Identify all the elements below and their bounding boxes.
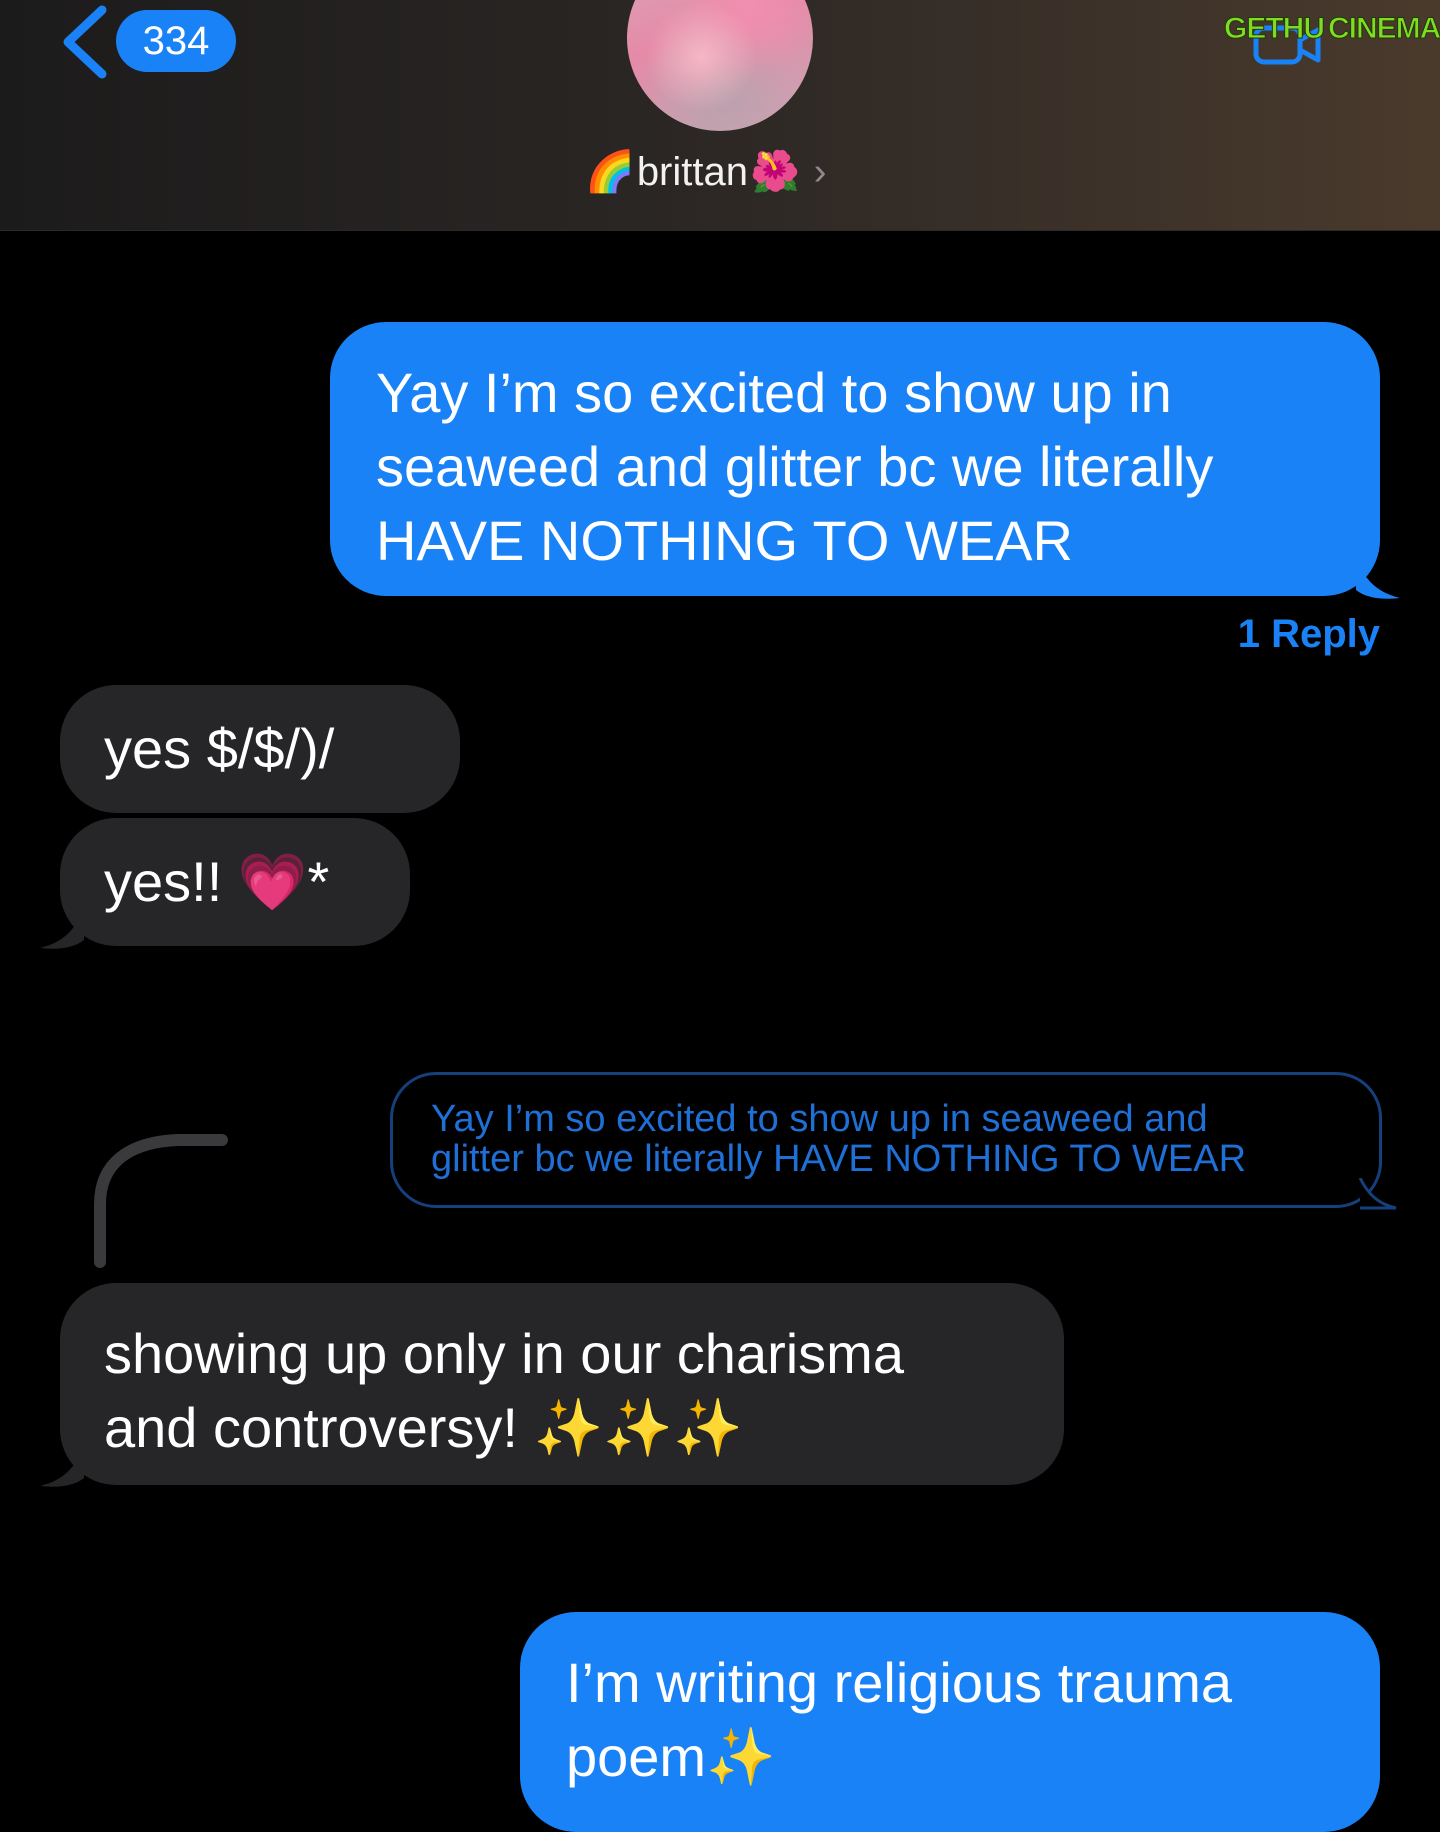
bubble-tail [40, 910, 84, 949]
hibiscus-emoji: 🌺 [749, 150, 800, 194]
sent-message-bubble[interactable]: I’m writing religious trauma poem✨ [520, 1612, 1380, 1832]
contact-name: brittan [636, 149, 748, 194]
received-message-bubble[interactable]: yes!! 💗* [60, 818, 410, 946]
chevron-right-icon[interactable]: › [814, 151, 827, 194]
quoted-text: Yay I’m so excited to show up in seaweed… [431, 1098, 1247, 1180]
contact-avatar[interactable] [627, 0, 813, 131]
bubble-tail [40, 1448, 84, 1487]
contact-name-row[interactable]: 🌈 brittan 🌺 › [585, 146, 826, 198]
message-text: yes $/$/)/ [104, 717, 335, 780]
back-chevron-icon[interactable] [58, 4, 118, 80]
rainbow-emoji: 🌈 [585, 150, 635, 194]
watermark-text-part2: CINEMA [1327, 12, 1440, 46]
received-message-bubble[interactable]: showing up only in our charisma and cont… [60, 1283, 1064, 1485]
watermark-text-part1: GETHU [1224, 12, 1326, 46]
bubble-tail [1356, 560, 1400, 599]
reply-count-link[interactable]: 1 Reply [1140, 612, 1380, 657]
bubble-tail [1358, 1178, 1397, 1210]
conversation-header: 334 🌈 brittan 🌺 › GETHU CINEMA [0, 0, 1440, 231]
quoted-reply-bubble[interactable]: Yay I’m so excited to show up in seaweed… [390, 1072, 1382, 1208]
message-text: I’m writing religious trauma poem✨ [566, 1651, 1232, 1788]
sent-message-bubble[interactable]: Yay I’m so excited to show up in seaweed… [330, 322, 1380, 596]
message-text: Yay I’m so excited to show up in seaweed… [376, 361, 1214, 572]
message-text: showing up only in our charisma and cont… [104, 1322, 904, 1459]
received-message-bubble[interactable]: yes $/$/)/ [60, 685, 460, 813]
unread-count-badge[interactable]: 334 [116, 10, 236, 72]
watermark-logo: GETHU CINEMA [1222, 6, 1440, 70]
thread-connector-line [94, 1134, 228, 1268]
message-text: yes!! 💗* [104, 850, 330, 913]
